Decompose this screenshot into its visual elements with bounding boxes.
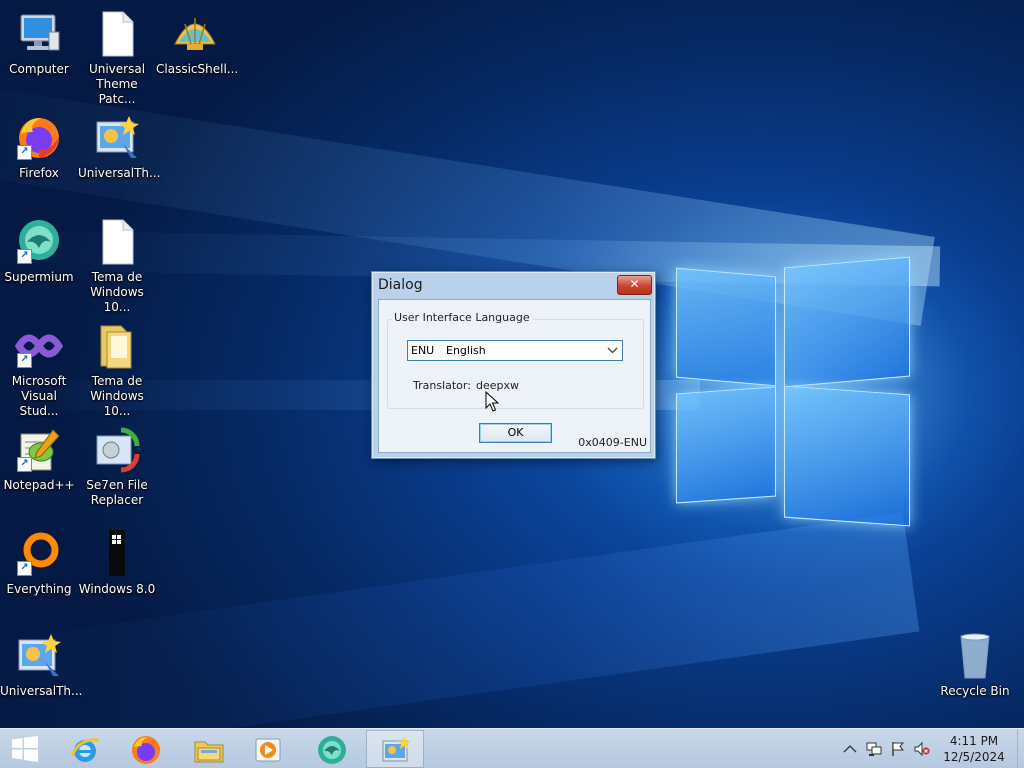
- volume-muted-icon[interactable]: [914, 741, 930, 757]
- taskbar-media-player[interactable]: [240, 730, 298, 768]
- translator-label: Translator:: [413, 379, 471, 392]
- language-groupbox: User Interface Language ENU English Tran…: [387, 311, 644, 409]
- taskbar-firefox[interactable]: [117, 730, 175, 768]
- desktop-icon-label: UniversalTh...: [78, 166, 161, 180]
- desktop-icon-label: Firefox: [19, 166, 59, 180]
- close-button[interactable]: ✕: [617, 275, 652, 295]
- shortcut-arrow-icon: ↗: [17, 145, 32, 160]
- desktop-icon-label: Tema de Windows 10...: [90, 270, 144, 314]
- firefox-icon: ↗: [15, 114, 63, 162]
- firefox-icon: [132, 736, 160, 764]
- shortcut-arrow-icon: ↗: [17, 457, 32, 472]
- desktop-icon-label: Notepad++: [3, 478, 75, 492]
- chevron-down-icon: [607, 342, 618, 361]
- taskbar: 4:11 PM 12/5/2024: [0, 728, 1024, 768]
- taskbar-internet-explorer[interactable]: [56, 730, 114, 768]
- flag-icon[interactable]: [890, 741, 906, 757]
- shortcut-arrow-icon: ↗: [17, 249, 32, 264]
- mouse-cursor-icon: [485, 390, 500, 417]
- se7en-file-replacer-icon: [93, 426, 141, 474]
- desktop-icon-universal-theme-patcher-doc[interactable]: Universal Theme Patc...: [78, 10, 156, 107]
- notepad-plus-plus-icon: ↗: [15, 426, 63, 474]
- clock-date: 12/5/2024: [943, 750, 1005, 764]
- desktop-icon-universal-theme[interactable]: UniversalTh...: [78, 114, 161, 181]
- desktop-icon-label: Everything: [6, 582, 72, 596]
- visual-studio-icon: ↗: [14, 322, 64, 370]
- clock[interactable]: 4:11 PM 12/5/2024: [940, 733, 1008, 765]
- desktop-icon-se7en-file-replacer[interactable]: Se7en File Replacer: [78, 426, 156, 508]
- desktop-icon-classic-shell[interactable]: ClassicShell...: [156, 10, 239, 77]
- computer-icon: [15, 10, 63, 58]
- universal-theme-icon: [93, 114, 141, 162]
- folder-icon: [93, 322, 141, 370]
- taskbar-universal-theme-patcher[interactable]: [366, 730, 424, 768]
- language-dropdown[interactable]: ENU English: [407, 340, 623, 361]
- taskbar-file-explorer[interactable]: [180, 730, 238, 768]
- desktop-icon-label: Se7en File Replacer: [86, 478, 148, 507]
- start-button[interactable]: [0, 730, 50, 768]
- desktop-icon-supermium[interactable]: ↗ Supermium: [0, 218, 78, 285]
- file-explorer-icon: [194, 741, 224, 763]
- shortcut-arrow-icon: ↗: [17, 353, 32, 368]
- document-icon: [93, 218, 141, 266]
- desktop-icon-computer[interactable]: Computer: [0, 10, 78, 77]
- desktop-icon-label: Computer: [9, 62, 69, 76]
- windows-8-icon: [93, 530, 141, 578]
- desktop-icon-visual-studio[interactable]: ↗ Microsoft Visual Stud...: [0, 322, 78, 419]
- close-icon: ✕: [629, 277, 640, 291]
- document-icon: [93, 10, 141, 58]
- shortcut-arrow-icon: ↗: [17, 561, 32, 576]
- desktop: Computer Universal Theme Patc... Classic…: [0, 0, 1024, 768]
- desktop-icon-label: UniversalTh...: [0, 684, 83, 698]
- desktop-icon-label: Microsoft Visual Stud...: [11, 374, 67, 418]
- desktop-icon-label: ClassicShell...: [156, 62, 239, 76]
- desktop-icon-label: Universal Theme Patc...: [88, 62, 146, 106]
- desktop-icon-label: Recycle Bin: [940, 684, 1010, 698]
- supermium-icon: ↗: [15, 218, 63, 266]
- desktop-icon-everything[interactable]: ↗ Everything: [0, 530, 78, 597]
- universal-theme-icon: [382, 736, 411, 762]
- show-desktop-button[interactable]: [1017, 729, 1024, 768]
- dialog-title: Dialog: [378, 277, 423, 293]
- desktop-icon-tema-windows-10-doc[interactable]: Tema de Windows 10...: [78, 218, 156, 315]
- chevron-up-icon[interactable]: [842, 741, 858, 757]
- clock-time: 4:11 PM: [949, 734, 999, 748]
- recycle-bin-icon: [951, 632, 999, 680]
- taskbar-supermium[interactable]: [303, 730, 361, 768]
- media-player-icon: [255, 738, 281, 762]
- desktop-icon-label: Windows 8.0: [78, 582, 156, 596]
- desktop-icon-label: Tema de Windows 10...: [90, 374, 144, 418]
- desktop-icon-notepad-plus-plus[interactable]: ↗ Notepad++: [0, 426, 78, 493]
- desktop-icon-label: Supermium: [4, 270, 74, 284]
- desktop-icon-recycle-bin[interactable]: Recycle Bin: [936, 632, 1014, 699]
- universal-theme-icon: [15, 632, 63, 680]
- supermium-icon: [318, 736, 346, 764]
- internet-explorer-icon: [70, 738, 100, 762]
- classic-shell-icon: [171, 10, 219, 58]
- language-name: English: [446, 344, 486, 357]
- desktop-icon-windows-8[interactable]: Windows 8.0: [78, 530, 156, 597]
- locale-code: 0x0409-ENU: [578, 436, 647, 449]
- dialog-titlebar[interactable]: Dialog ✕: [372, 272, 655, 298]
- desktop-icon-universal-theme-2[interactable]: UniversalTh...: [0, 632, 83, 699]
- network-icon[interactable]: [866, 741, 882, 757]
- dialog-client-area: User Interface Language ENU English Tran…: [378, 299, 651, 453]
- everything-search-icon: ↗: [15, 530, 63, 578]
- desktop-icon-firefox[interactable]: ↗ Firefox: [0, 114, 78, 181]
- language-code: ENU: [411, 344, 435, 357]
- ok-button[interactable]: OK: [479, 423, 552, 443]
- windows-start-icon: [12, 736, 38, 762]
- desktop-icon-tema-windows-10-folder[interactable]: Tema de Windows 10...: [78, 322, 156, 419]
- dialog-window: Dialog ✕ User Interface Language ENU Eng…: [371, 271, 656, 459]
- group-title: User Interface Language: [392, 311, 532, 324]
